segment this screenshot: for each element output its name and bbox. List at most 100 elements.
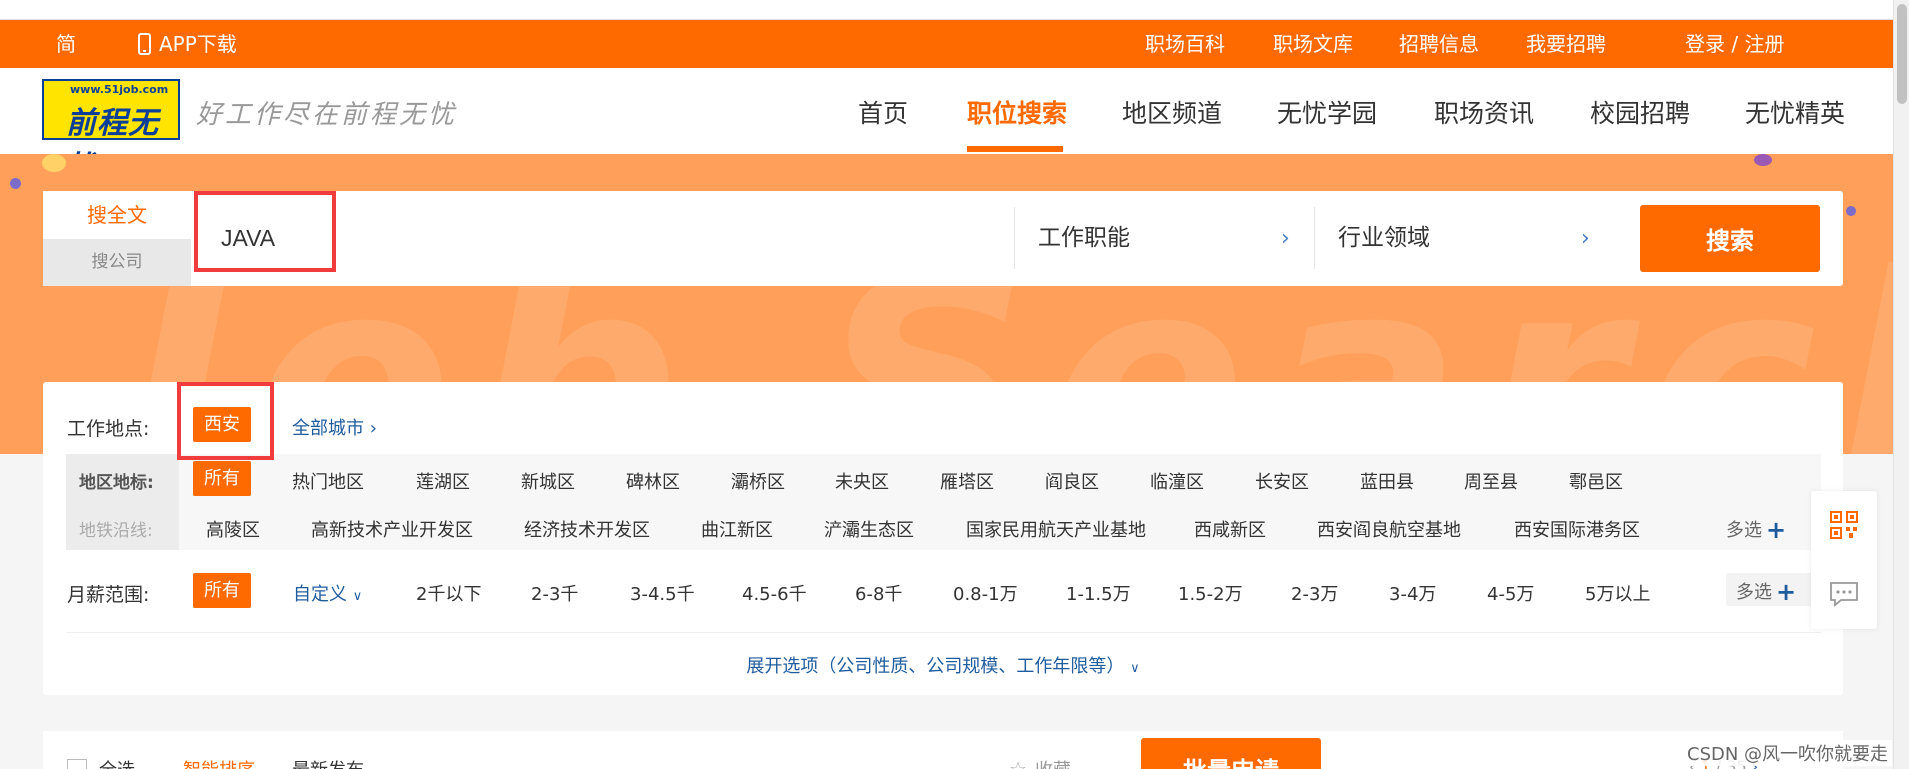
district-option[interactable]: 阎良区	[1045, 468, 1099, 494]
industry-selector[interactable]: 行业领域	[1338, 191, 1430, 286]
topbar-link-recruit[interactable]: 我要招聘	[1526, 20, 1606, 68]
salary-option[interactable]: 4.5-6千	[742, 580, 807, 606]
custom-label: 自定义	[293, 584, 347, 605]
topbar-link-jobs-info[interactable]: 招聘信息	[1399, 20, 1479, 68]
salary-option[interactable]: 6-8千	[855, 580, 902, 606]
salary-option[interactable]: 2-3万	[1291, 580, 1338, 606]
job-function-selector[interactable]: 工作职能	[1038, 191, 1130, 286]
district-option[interactable]: 碑林区	[626, 468, 680, 494]
select-all-checkbox[interactable]	[67, 759, 87, 769]
metro-option[interactable]: 国家民用航天产业基地	[966, 516, 1146, 542]
nav-workplace-news[interactable]: 职场资讯	[1434, 94, 1534, 130]
district-option[interactable]: 长安区	[1255, 468, 1309, 494]
multi-select-label: 多选	[1736, 582, 1772, 603]
metro-option[interactable]: 西安国际港务区	[1514, 516, 1640, 542]
metro-option[interactable]: 高陵区	[206, 516, 260, 542]
tab-search-full-text[interactable]: 搜全文	[43, 191, 191, 239]
qr-code-icon[interactable]	[1830, 511, 1858, 539]
smart-sort-tab[interactable]: 智能排序	[183, 756, 255, 769]
csdn-watermark: CSDN @风一吹你就要走	[1683, 740, 1893, 766]
location-label: 工作地点:	[67, 418, 150, 440]
nav-job-search[interactable]: 职位搜索	[967, 94, 1067, 130]
metro-option[interactable]: 高新技术产业开发区	[311, 516, 473, 542]
nav-elite[interactable]: 无忧精英	[1745, 94, 1845, 130]
page-scrollbar[interactable]	[1893, 0, 1909, 769]
salary-option[interactable]: 0.8-1万	[953, 580, 1018, 606]
salary-option[interactable]: 3-4万	[1389, 580, 1436, 606]
district-option[interactable]: 灞桥区	[731, 468, 785, 494]
app-download-label: APP下载	[159, 32, 237, 56]
district-chip-all[interactable]: 所有	[193, 461, 251, 496]
site-logo[interactable]: www.51job.com 前程无忧	[42, 79, 180, 185]
district-option[interactable]: 临潼区	[1150, 468, 1204, 494]
chevron-down-icon: ∨	[1130, 661, 1140, 676]
expand-options-label: 展开选项（公司性质、公司规模、工作年限等）	[746, 656, 1125, 677]
login-register-link[interactable]: 登录 / 注册	[1685, 20, 1784, 68]
salary-option[interactable]: 1.5-2万	[1178, 580, 1243, 606]
salary-option[interactable]: 5万以上	[1585, 580, 1650, 606]
top-utility-bar: 简 APP下载 职场百科 职场文库 招聘信息 我要招聘 登录 / 注册	[0, 20, 1893, 68]
nav-home[interactable]: 首页	[858, 94, 908, 130]
logo-url: www.51job.com	[70, 83, 169, 96]
filter-divider	[66, 632, 1821, 633]
salary-option[interactable]: 1-1.5万	[1066, 580, 1131, 606]
keyword-input[interactable]	[191, 191, 1013, 286]
salary-multi-select[interactable]: 多选 +	[1736, 578, 1796, 606]
search-button[interactable]: 搜索	[1640, 205, 1820, 272]
divider	[1014, 207, 1015, 269]
search-box: 搜全文 搜公司 工作职能 › 行业领域 › 搜索	[43, 191, 1843, 286]
metro-option[interactable]: 浐灞生态区	[824, 516, 914, 542]
chevron-right-icon: ›	[1581, 226, 1590, 251]
nav-academy[interactable]: 无忧学园	[1277, 94, 1377, 130]
select-all-label[interactable]: 全选	[99, 756, 135, 769]
district-subpanel: 地区地标: 所有 热门地区 莲湖区 新城区 碑林区 灞桥区 未央区 雁塔区 阎良…	[66, 454, 1821, 550]
salary-option[interactable]: 2-3千	[531, 580, 578, 606]
browser-top-edge	[0, 0, 1893, 20]
metro-option[interactable]: 西安阎良航空基地	[1317, 516, 1461, 542]
salary-label: 月薪范围:	[67, 584, 150, 606]
divider	[1314, 207, 1315, 269]
site-header: www.51job.com 前程无忧 好工作尽在前程无忧 首页 职位搜索 地区频…	[0, 68, 1893, 185]
salary-option[interactable]: 3-4.5千	[630, 580, 695, 606]
star-icon: ☆	[1009, 757, 1027, 769]
district-option[interactable]: 蓝田县	[1360, 468, 1414, 494]
salary-custom-dropdown[interactable]: 自定义 ∨	[293, 580, 362, 606]
tab-search-company[interactable]: 搜公司	[43, 239, 191, 286]
decor-dot	[42, 154, 66, 172]
all-cities-link[interactable]: 全部城市 ›	[292, 414, 377, 440]
nav-regions[interactable]: 地区频道	[1122, 94, 1222, 130]
phone-icon	[138, 33, 151, 55]
metro-option[interactable]: 经济技术开发区	[524, 516, 650, 542]
nav-campus[interactable]: 校园招聘	[1590, 94, 1690, 130]
expand-options-link[interactable]: 展开选项（公司性质、公司规模、工作年限等） ∨	[43, 652, 1843, 678]
decor-dot	[10, 178, 21, 189]
favorite-button[interactable]: ☆ 收藏	[1009, 756, 1071, 769]
chevron-right-icon: ›	[1281, 226, 1290, 251]
metro-option[interactable]: 曲江新区	[701, 516, 773, 542]
site-slogan: 好工作尽在前程无忧	[196, 100, 458, 130]
district-option[interactable]: 莲湖区	[416, 468, 470, 494]
salary-chip-all[interactable]: 所有	[193, 573, 251, 608]
batch-apply-button[interactable]: 批量申请	[1141, 738, 1321, 769]
plus-icon: +	[1776, 578, 1797, 606]
simplified-chinese-toggle[interactable]: 简	[56, 20, 76, 68]
chevron-down-icon: ∨	[352, 589, 363, 604]
topbar-link-encyclopedia[interactable]: 职场百科	[1145, 20, 1225, 68]
scrollbar-thumb[interactable]	[1897, 4, 1907, 104]
app-download-link[interactable]: APP下载	[138, 20, 237, 68]
location-chip-selected[interactable]: 西安	[193, 407, 251, 442]
metro-option[interactable]: 西咸新区	[1194, 516, 1266, 542]
district-option[interactable]: 新城区	[521, 468, 575, 494]
chat-icon[interactable]	[1829, 581, 1859, 607]
topbar-link-library[interactable]: 职场文库	[1273, 20, 1353, 68]
district-option[interactable]: 雁塔区	[940, 468, 994, 494]
district-option[interactable]: 未央区	[835, 468, 889, 494]
district-option[interactable]: 鄠邑区	[1569, 468, 1623, 494]
district-option[interactable]: 热门地区	[292, 468, 364, 494]
salary-option[interactable]: 2千以下	[416, 580, 481, 606]
latest-sort-tab[interactable]: 最新发布	[292, 756, 364, 769]
district-option[interactable]: 周至县	[1464, 468, 1518, 494]
metro-multi-select[interactable]: 多选 +	[1726, 516, 1786, 544]
salary-option[interactable]: 4-5万	[1487, 580, 1534, 606]
favorite-label: 收藏	[1035, 760, 1071, 769]
